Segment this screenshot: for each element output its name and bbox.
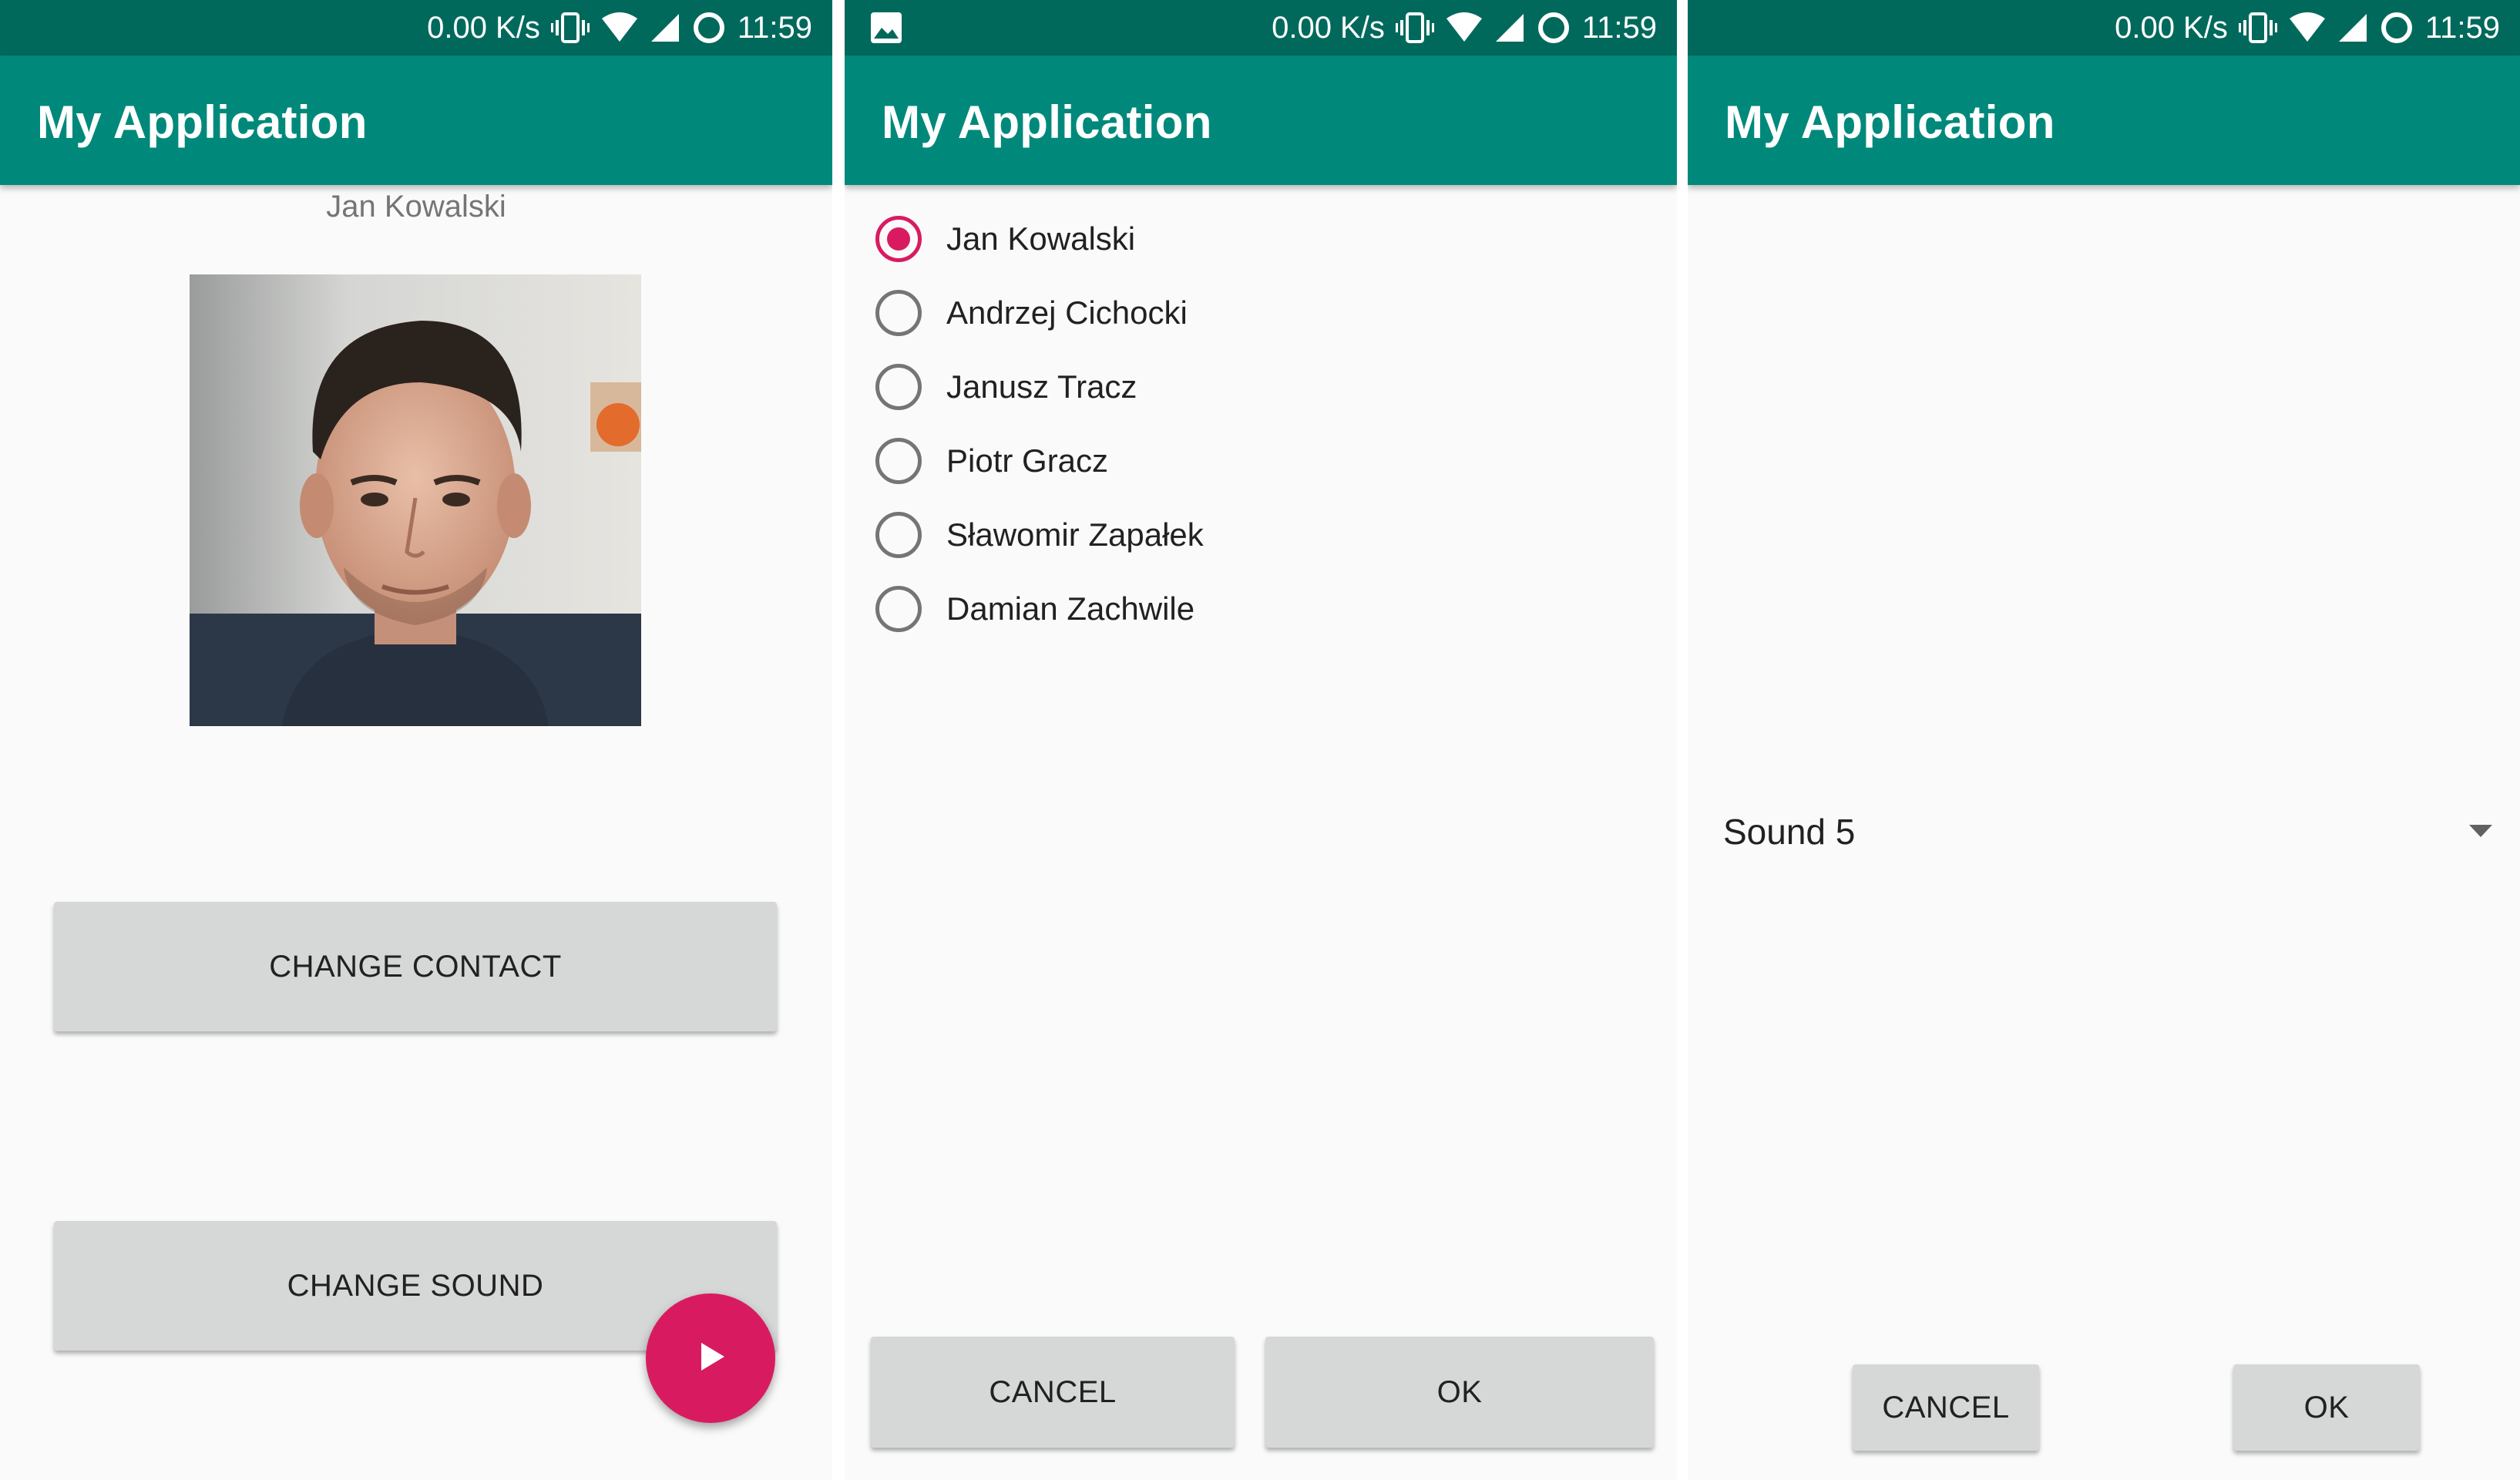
contact-option-2[interactable]: Janusz Tracz xyxy=(875,356,1137,418)
ok-button[interactable]: OK xyxy=(1265,1337,1654,1448)
contact-screen: 0.00 K/s 11:59 My Application Jan Kowals… xyxy=(0,0,832,1480)
network-speed: 0.00 K/s xyxy=(2115,10,2228,45)
play-icon xyxy=(692,1338,729,1379)
play-button[interactable] xyxy=(646,1293,775,1423)
wifi-icon xyxy=(1445,11,1483,45)
sync-icon xyxy=(691,10,727,45)
contact-picker-screen: 0.00 K/s 11:59 My Application Jan Kowals… xyxy=(845,0,1677,1480)
sound-spinner[interactable]: Sound 5 xyxy=(1723,802,2494,863)
image-icon xyxy=(869,11,903,45)
wifi-icon xyxy=(2288,11,2327,45)
status-bar: 0.00 K/s 11:59 xyxy=(0,0,832,56)
vibrate-icon xyxy=(550,11,590,45)
radio-button-checked[interactable] xyxy=(875,216,922,262)
contact-option-label: Piotr Gracz xyxy=(946,442,1109,479)
clock: 11:59 xyxy=(1581,10,1657,45)
contact-photo xyxy=(190,274,641,726)
vibrate-icon xyxy=(2238,11,2277,45)
status-bar: 0.00 K/s 11:59 xyxy=(1688,0,2520,56)
app-bar: My Application xyxy=(845,56,1677,185)
network-speed: 0.00 K/s xyxy=(427,10,540,45)
contact-option-label: Jan Kowalski xyxy=(946,220,1136,257)
cancel-button[interactable]: CANCEL xyxy=(1853,1364,2039,1451)
change-contact-button[interactable]: CHANGE CONTACT xyxy=(54,902,777,1031)
wifi-icon xyxy=(600,11,639,45)
sync-icon xyxy=(1536,10,1571,45)
contact-option-0[interactable]: Jan Kowalski xyxy=(875,208,1135,270)
contact-option-label: Janusz Tracz xyxy=(946,368,1137,405)
vibrate-icon xyxy=(1395,11,1434,45)
contact-option-label: Damian Zachwile xyxy=(946,590,1195,627)
cancel-button[interactable]: CANCEL xyxy=(871,1337,1235,1448)
ok-button[interactable]: OK xyxy=(2233,1364,2420,1451)
radio-button[interactable] xyxy=(875,290,922,336)
app-title: My Application xyxy=(37,96,368,148)
app-bar: My Application xyxy=(1688,56,2520,185)
contact-option-1[interactable]: Andrzej Cichocki xyxy=(875,282,1188,344)
sound-spinner-value: Sound 5 xyxy=(1723,812,1856,852)
contact-option-3[interactable]: Piotr Gracz xyxy=(875,430,1108,492)
sync-icon xyxy=(2379,10,2414,45)
sound-picker-screen: 0.00 K/s 11:59 My Application Sound 5 CA… xyxy=(1688,0,2520,1480)
status-bar: 0.00 K/s 11:59 xyxy=(845,0,1677,56)
radio-button[interactable] xyxy=(875,586,922,632)
contact-option-4[interactable]: Sławomir Zapałek xyxy=(875,504,1204,566)
signal-icon xyxy=(2337,11,2368,45)
contact-name: Jan Kowalski xyxy=(326,190,506,224)
contact-option-label: Sławomir Zapałek xyxy=(946,516,1204,553)
clock: 11:59 xyxy=(737,10,812,45)
dropdown-arrow-icon[interactable] xyxy=(2468,823,2494,843)
contact-option-label: Andrzej Cichocki xyxy=(946,294,1188,331)
network-speed: 0.00 K/s xyxy=(1272,10,1385,45)
radio-button[interactable] xyxy=(875,512,922,558)
signal-icon xyxy=(1494,11,1525,45)
contact-option-5[interactable]: Damian Zachwile xyxy=(875,578,1194,640)
radio-button[interactable] xyxy=(875,438,922,484)
signal-icon xyxy=(650,11,680,45)
app-title: My Application xyxy=(1725,96,2055,148)
app-title: My Application xyxy=(882,96,1212,148)
app-bar: My Application xyxy=(0,56,832,185)
clock: 11:59 xyxy=(2424,10,2500,45)
radio-button[interactable] xyxy=(875,364,922,410)
